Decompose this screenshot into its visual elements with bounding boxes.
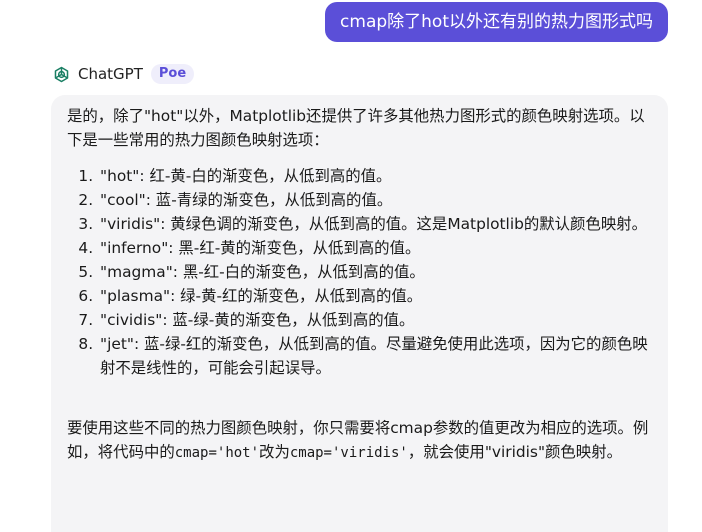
inline-code: cmap='viridis' <box>289 445 408 461</box>
list-item: "plasma": 绿-黄-红的渐变色，从低到高的值。 <box>98 284 652 308</box>
list-item: "magma": 黑-红-白的渐变色，从低到高的值。 <box>98 260 652 284</box>
chat-page: cmap除了hot以外还有别的热力图形式吗 ChatGPT Poe 是的，除了"… <box>0 0 702 532</box>
bot-header: ChatGPT Poe <box>51 63 195 85</box>
list-item: "cool": 蓝-青绿的渐变色，从低到高的值。 <box>98 188 652 212</box>
answer-outro: 要使用这些不同的热力图颜色映射，你只需要将cmap参数的值更改为相应的选项。例如… <box>67 416 652 465</box>
bot-answer-bubble: 是的，除了"hot"以外，Matplotlib还提供了许多其他热力图形式的颜色映… <box>51 95 668 532</box>
list-item: "jet": 蓝-绿-红的渐变色，从低到高的值。尽量避免使用此选项，因为它的颜色… <box>98 332 652 380</box>
outro-text: ，就会使用"viridis"颜色映射。 <box>407 443 622 461</box>
list-item: "viridis": 黄绿色调的渐变色，从低到高的值。这是Matplotlib的… <box>98 212 652 236</box>
inline-code: cmap='hot' <box>174 445 260 461</box>
outro-text: 改为 <box>259 443 290 461</box>
answer-intro: 是的，除了"hot"以外，Matplotlib还提供了许多其他热力图形式的颜色映… <box>67 107 645 149</box>
colormap-list: "hot": 红-黄-白的渐变色，从低到高的值。 "cool": 蓝-青绿的渐变… <box>67 164 652 380</box>
poe-badge: Poe <box>150 64 195 84</box>
list-item: "inferno": 黑-红-黄的渐变色，从低到高的值。 <box>98 236 652 260</box>
list-item: "hot": 红-黄-白的渐变色，从低到高的值。 <box>98 164 652 188</box>
user-message-bubble: cmap除了hot以外还有别的热力图形式吗 <box>325 2 668 42</box>
bot-name[interactable]: ChatGPT <box>78 65 143 83</box>
chatgpt-logo-icon[interactable] <box>51 63 72 85</box>
list-item: "cividis": 蓝-绿-黄的渐变色，从低到高的值。 <box>98 308 652 332</box>
